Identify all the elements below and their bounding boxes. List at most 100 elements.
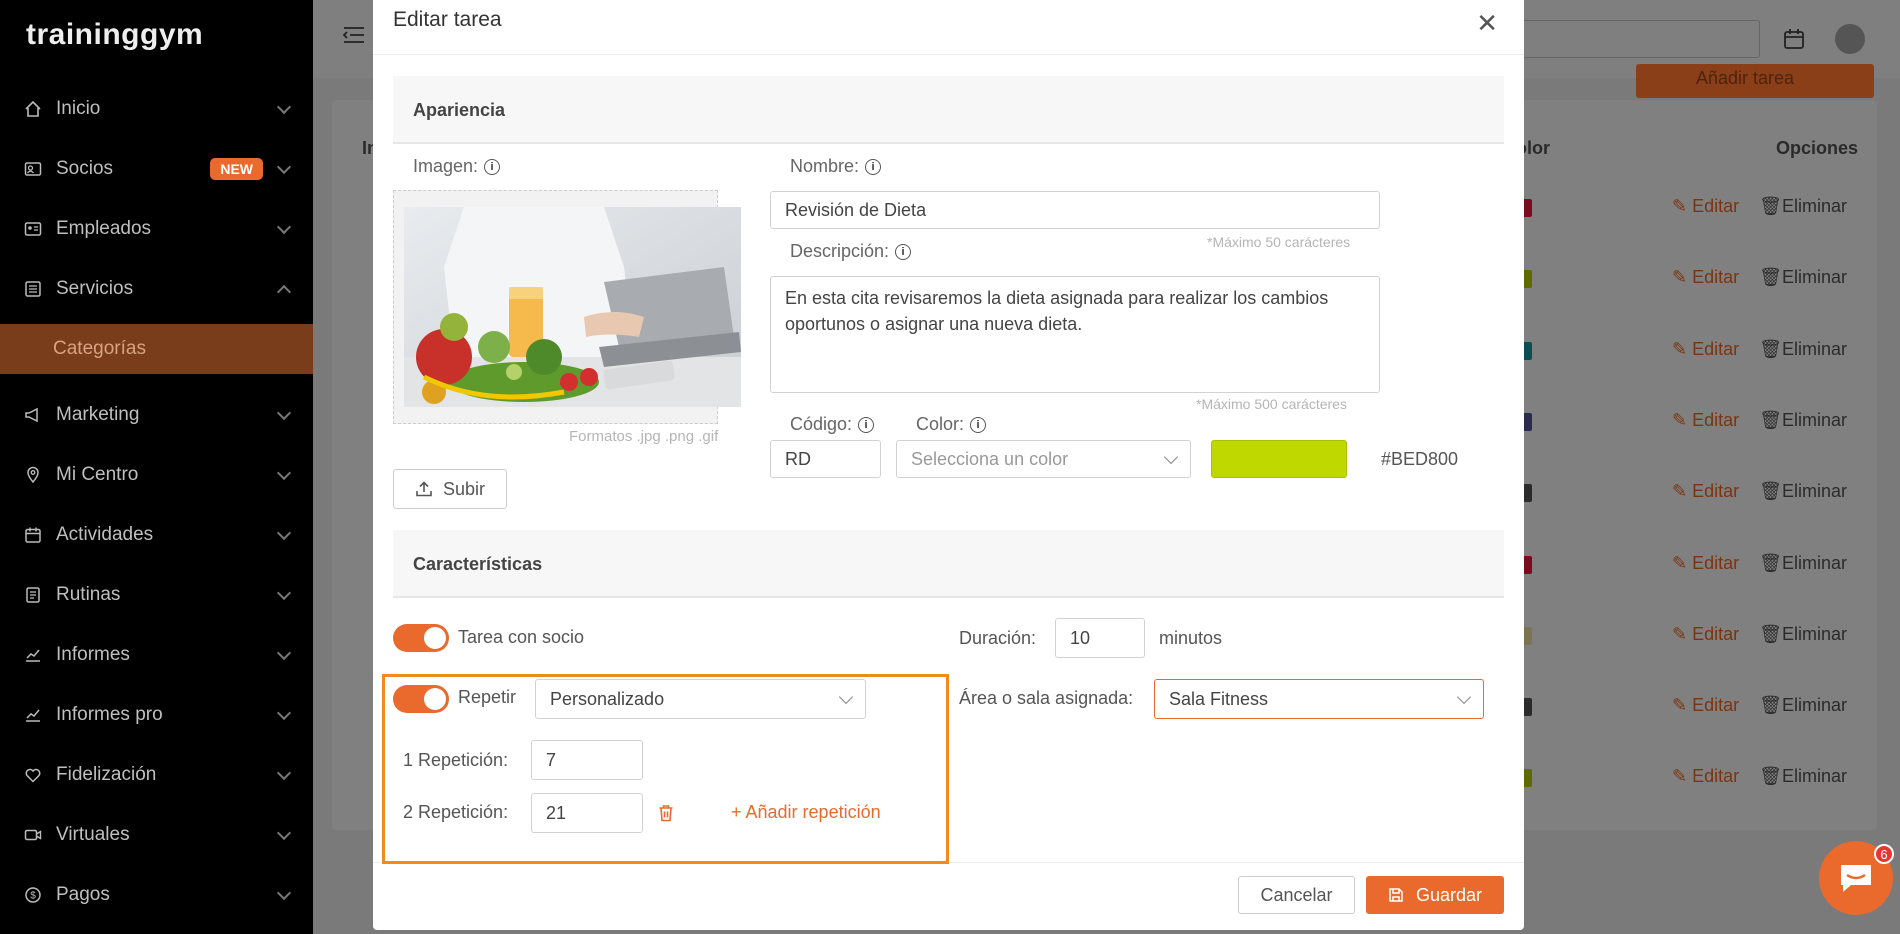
chevron-down-icon <box>276 645 292 661</box>
sidebar-item-socios[interactable]: Socios NEW <box>0 144 313 194</box>
save-icon <box>1389 888 1403 902</box>
code-label: Código: i <box>790 414 875 435</box>
delete-link[interactable]: 🗑Eliminar <box>1759 766 1847 787</box>
sidebar-item-empleados[interactable]: Empleados <box>0 204 313 254</box>
chart-pro-icon <box>24 706 42 724</box>
delete-link[interactable]: 🗑Eliminar <box>1759 196 1847 217</box>
delete-link[interactable]: 🗑Eliminar <box>1759 695 1847 716</box>
table-row-actions: ✎ Editar 🗑Eliminar <box>1672 410 1847 431</box>
color-select[interactable]: Selecciona un color <box>896 440 1191 478</box>
info-icon[interactable]: i <box>858 416 875 433</box>
info-icon[interactable]: i <box>865 158 882 175</box>
code-input[interactable]: RD <box>770 440 881 478</box>
modal-title: Editar tarea <box>393 8 502 31</box>
image-label: Imagen: i <box>413 156 501 177</box>
area-select[interactable]: Sala Fitness <box>1154 679 1484 719</box>
chevron-down-icon <box>276 219 292 235</box>
sidebar-item-label: Marketing <box>56 404 140 425</box>
sidebar-item-mi-centro[interactable]: Mi Centro <box>0 450 313 500</box>
chevron-down-icon <box>276 765 292 781</box>
sidebar-item-rutinas[interactable]: Rutinas <box>0 570 313 620</box>
image-dropzone[interactable] <box>393 190 741 424</box>
upload-icon <box>416 481 432 497</box>
sidebar-item-label: Mi Centro <box>56 464 139 485</box>
sidebar-item-label: Informes pro <box>56 704 163 725</box>
table-row-actions: ✎ Editar 🗑Eliminar <box>1672 481 1847 502</box>
sidebar-item-informes-pro[interactable]: Informes pro <box>0 690 313 740</box>
edit-link[interactable]: ✎ Editar <box>1672 695 1739 716</box>
info-icon[interactable]: i <box>895 243 912 260</box>
edit-link[interactable]: ✎ Editar <box>1672 339 1739 360</box>
sidebar: traininggym Inicio Socios NEW Empleados … <box>0 0 313 934</box>
table-row-actions: ✎ Editar 🗑Eliminar <box>1672 196 1847 217</box>
edit-link[interactable]: ✎ Editar <box>1672 766 1739 787</box>
menu-toggle-icon[interactable] <box>343 26 365 44</box>
description-max-hint: *Máximo 500 carácteres <box>1196 396 1347 412</box>
sidebar-item-label: Categorías <box>53 338 146 359</box>
edit-link[interactable]: ✎ Editar <box>1672 481 1739 502</box>
section-title: Apariencia <box>413 100 506 120</box>
sidebar-item-label: Empleados <box>56 218 152 239</box>
delete-link[interactable]: 🗑Eliminar <box>1759 267 1847 288</box>
chevron-down-icon <box>276 585 292 601</box>
sidebar-item-pagos[interactable]: $ Pagos <box>0 870 313 920</box>
sidebar-item-marketing[interactable]: Marketing <box>0 390 313 440</box>
name-input[interactable]: Revisión de Dieta <box>770 191 1380 229</box>
delete-link[interactable]: 🗑Eliminar <box>1759 553 1847 574</box>
color-hex: #BED800 <box>1381 449 1459 469</box>
chevron-down-icon <box>276 465 292 481</box>
dollar-icon: $ <box>24 886 42 904</box>
sidebar-item-actividades[interactable]: Actividades <box>0 510 313 560</box>
color-swatch[interactable] <box>1211 440 1347 478</box>
upload-button[interactable]: Subir <box>393 469 507 509</box>
info-icon[interactable]: i <box>484 158 501 175</box>
sidebar-item-informes[interactable]: Informes <box>0 630 313 680</box>
sidebar-item-servicios[interactable]: Servicios <box>0 264 313 314</box>
delete-link[interactable]: 🗑Eliminar <box>1759 410 1847 431</box>
cancel-button[interactable]: Cancelar <box>1238 876 1355 914</box>
name-max-hint: *Máximo 50 carácteres <box>1207 234 1351 250</box>
edit-link[interactable]: ✎ Editar <box>1672 410 1739 431</box>
duration-input[interactable]: 10 <box>1055 618 1145 658</box>
delete-link[interactable]: 🗑Eliminar <box>1759 481 1847 502</box>
chat-icon <box>1841 865 1871 892</box>
new-badge: NEW <box>210 158 263 180</box>
heart-icon <box>24 766 42 784</box>
delete-link[interactable]: 🗑Eliminar <box>1759 339 1847 360</box>
table-row-actions: ✎ Editar 🗑Eliminar <box>1672 695 1847 716</box>
edit-link[interactable]: ✎ Editar <box>1672 267 1739 288</box>
chevron-down-icon <box>276 525 292 541</box>
edit-link[interactable]: ✎ Editar <box>1672 553 1739 574</box>
add-task-button-bg[interactable]: Añadir tarea <box>1636 64 1874 98</box>
chat-badge: 6 <box>1874 844 1894 864</box>
megaphone-icon <box>24 406 42 424</box>
chevron-down-icon <box>1163 449 1179 465</box>
sidebar-item-categorias[interactable]: Categorías <box>0 324 313 374</box>
sidebar-item-label: Fidelización <box>56 764 157 785</box>
center-select[interactable] <box>1500 20 1760 58</box>
sidebar-item-label: Servicios <box>56 278 134 299</box>
sidebar-item-fidelizacion[interactable]: Fidelización <box>0 750 313 800</box>
duration-unit: minutos <box>1159 628 1223 648</box>
info-icon[interactable]: i <box>970 416 987 433</box>
task-with-member-toggle[interactable] <box>393 624 449 652</box>
close-icon[interactable]: ✕ <box>1476 10 1498 36</box>
sidebar-item-virtuales[interactable]: Virtuales <box>0 810 313 860</box>
task-with-member-label: Tarea con socio <box>458 627 585 647</box>
chevron-down-icon <box>276 825 292 841</box>
sidebar-item-inicio[interactable]: Inicio <box>0 84 313 134</box>
chevron-down-icon <box>276 705 292 721</box>
edit-link[interactable]: ✎ Editar <box>1672 624 1739 645</box>
chevron-up-icon <box>276 284 292 300</box>
section-title: Características <box>413 554 543 574</box>
id-card-icon <box>24 160 42 178</box>
description-textarea[interactable]: En esta cita revisaremos la dieta asigna… <box>770 276 1380 393</box>
table-row-actions: ✎ Editar 🗑Eliminar <box>1672 267 1847 288</box>
table-row-actions: ✎ Editar 🗑Eliminar <box>1672 339 1847 360</box>
avatar[interactable] <box>1835 24 1865 54</box>
sidebar-item-label: Socios <box>56 158 114 179</box>
delete-link[interactable]: 🗑Eliminar <box>1759 624 1847 645</box>
edit-link[interactable]: ✎ Editar <box>1672 196 1739 217</box>
calendar-check-icon[interactable] <box>1783 28 1805 50</box>
save-button[interactable]: Guardar <box>1366 876 1504 914</box>
